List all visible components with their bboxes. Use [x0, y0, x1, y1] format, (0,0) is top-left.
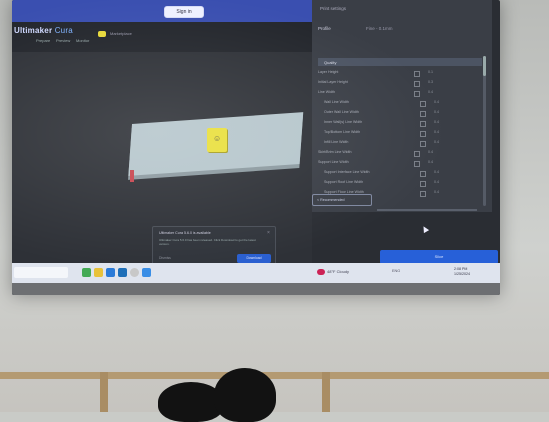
- setting-link-icon[interactable]: [420, 191, 426, 197]
- dismiss-button[interactable]: Dismiss: [159, 256, 171, 260]
- setting-link-icon[interactable]: [414, 161, 420, 167]
- notification-title: Ultimaker Cura 5.6.0 is available: [159, 231, 211, 235]
- axis-indicator: [130, 170, 134, 182]
- panel-title: Print settings: [320, 6, 347, 11]
- setting-link-icon[interactable]: [420, 141, 426, 147]
- edge-browser-icon[interactable]: [106, 268, 115, 277]
- app-brand: Ultimaker Cura: [14, 26, 73, 35]
- section-quality[interactable]: Quality: [318, 58, 482, 66]
- sign-in-button[interactable]: Sign in: [164, 6, 204, 18]
- setting-link-icon[interactable]: [414, 71, 420, 77]
- projection-bottom-edge: [12, 283, 500, 295]
- setting-link-icon[interactable]: [420, 171, 426, 177]
- windows-taskbar: 48°F Cloudy ENG 2:08 PM 1/25/2024: [12, 263, 500, 283]
- setting-label: Wall Line Width: [324, 100, 349, 104]
- browser-top-bar: [12, 0, 312, 22]
- setting-value-input[interactable]: 0.4: [434, 130, 454, 134]
- tab-prepare[interactable]: Prepare: [36, 38, 50, 43]
- taskbar-clock[interactable]: 2:08 PM 1/25/2024: [454, 267, 470, 277]
- setting-row[interactable]: Support Roof Line Width 0.4: [324, 180, 484, 187]
- print-settings-panel: Print settings Profile Fine - 0.1mm Qual…: [312, 0, 492, 212]
- setting-row[interactable]: Skirt/Brim Line Width 0.4: [318, 150, 478, 157]
- setting-row[interactable]: Wall Line Width 0.4: [324, 100, 484, 107]
- setting-label: Skirt/Brim Line Width: [318, 150, 352, 154]
- setting-link-icon[interactable]: [420, 111, 426, 117]
- setting-value-input[interactable]: 0.3: [428, 80, 448, 84]
- setting-value-input[interactable]: 0.4: [434, 190, 454, 194]
- setting-label: Support Roof Line Width: [324, 180, 364, 184]
- profile-value: Fine - 0.1mm: [366, 26, 393, 31]
- setting-label: Outer Wall Line Width: [324, 110, 359, 114]
- slice-button[interactable]: Slice: [380, 250, 498, 264]
- setting-link-icon[interactable]: [414, 91, 420, 97]
- setting-label: Support Line Width: [318, 160, 349, 164]
- chrome-icon[interactable]: [130, 268, 139, 277]
- setting-row[interactable]: Top/Bottom Line Width 0.4: [324, 130, 484, 137]
- setting-row[interactable]: Initial Layer Height 0.3: [318, 80, 478, 87]
- mouse-cursor-icon: [420, 224, 430, 234]
- setting-label: Infill Line Width: [324, 140, 349, 144]
- 3d-model[interactable]: ☺: [207, 128, 227, 152]
- setting-value-input[interactable]: 0.4: [434, 170, 454, 174]
- setting-row[interactable]: Inner Wall(s) Line Width 0.4: [324, 120, 484, 127]
- scroll-thumb[interactable]: [483, 56, 486, 76]
- setting-value-input[interactable]: 0.4: [434, 120, 454, 124]
- setting-value-input[interactable]: 0.4: [434, 100, 454, 104]
- setting-value-input[interactable]: 0.4: [434, 140, 454, 144]
- recommended-button[interactable]: < Recommended: [312, 194, 372, 206]
- setting-link-icon[interactable]: [414, 151, 420, 157]
- close-icon[interactable]: ×: [267, 230, 270, 236]
- setting-label: Line Width: [318, 90, 335, 94]
- panel-divider: [377, 209, 477, 211]
- setting-row[interactable]: Support Line Width 0.4: [318, 160, 478, 167]
- setting-label: Inner Wall(s) Line Width: [324, 120, 363, 124]
- setting-value-input[interactable]: 0.4: [434, 180, 454, 184]
- cura-taskbar-icon[interactable]: [142, 268, 151, 277]
- system-tray[interactable]: ENG: [392, 269, 400, 273]
- store-icon[interactable]: [118, 268, 127, 277]
- section-quality-label: Quality: [324, 60, 337, 65]
- weather-widget[interactable]: 48°F Cloudy: [327, 269, 349, 274]
- download-button[interactable]: Download: [237, 254, 271, 263]
- setting-label: Initial Layer Height: [318, 80, 348, 84]
- marketplace-label[interactable]: Marketplace: [110, 31, 132, 36]
- marketplace-icon[interactable]: [98, 31, 106, 37]
- notification-body: Ultimaker Cura 5.6.0 has been released. …: [159, 238, 256, 246]
- setting-row[interactable]: Layer Height 0.1: [318, 70, 478, 77]
- weather-icon[interactable]: [317, 269, 325, 275]
- setting-label: Top/Bottom Line Width: [324, 130, 361, 134]
- brand-main: Ultimaker: [14, 26, 53, 35]
- setting-link-icon[interactable]: [414, 81, 420, 87]
- taskbar-search-input[interactable]: [14, 267, 68, 278]
- setting-row[interactable]: Support Interface Line Width 0.4: [324, 170, 484, 177]
- file-explorer-icon[interactable]: [94, 268, 103, 277]
- setting-row[interactable]: Line Width 0.4: [318, 90, 478, 97]
- smiley-icon: ☺: [213, 134, 222, 143]
- setting-value-input[interactable]: 0.4: [428, 160, 448, 164]
- setting-link-icon[interactable]: [420, 101, 426, 107]
- tab-monitor[interactable]: Monitor: [76, 38, 89, 43]
- projected-screen: Sign in Ultimaker Cura Prepare Preview M…: [12, 0, 500, 295]
- setting-label: Support Interface Line Width: [324, 170, 370, 174]
- audience-head: [214, 368, 276, 422]
- setting-row[interactable]: Infill Line Width 0.4: [324, 140, 484, 147]
- setting-value-input[interactable]: 0.4: [428, 150, 448, 154]
- setting-row[interactable]: Outer Wall Line Width 0.4: [324, 110, 484, 117]
- setting-link-icon[interactable]: [420, 121, 426, 127]
- setting-label: Layer Height: [318, 70, 339, 74]
- wooden-frame-post: [100, 372, 108, 412]
- tab-preview[interactable]: Preview: [56, 38, 70, 43]
- wooden-frame-post: [322, 372, 330, 412]
- setting-value-input[interactable]: 0.1: [428, 70, 448, 74]
- brand-sub: Cura: [54, 26, 73, 35]
- clock-date: 1/25/2024: [454, 272, 470, 276]
- setting-link-icon[interactable]: [420, 181, 426, 187]
- task-view-icon[interactable]: [82, 268, 91, 277]
- setting-link-icon[interactable]: [420, 131, 426, 137]
- setting-value-input[interactable]: 0.4: [428, 90, 448, 94]
- profile-row[interactable]: Profile Fine - 0.1mm: [318, 26, 393, 31]
- wooden-frame-rail: [0, 372, 549, 379]
- setting-value-input[interactable]: 0.4: [434, 110, 454, 114]
- profile-label: Profile: [318, 26, 331, 31]
